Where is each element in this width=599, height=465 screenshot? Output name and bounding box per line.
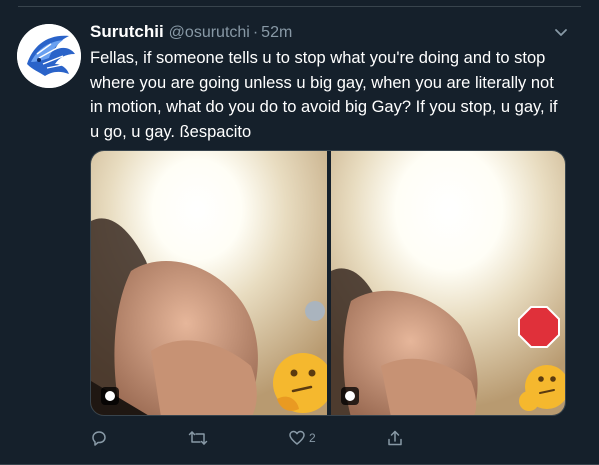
like-button[interactable]: 2 — [288, 426, 316, 450]
media-badge-icon — [341, 387, 359, 405]
media-badge-icon — [101, 387, 119, 405]
avatar[interactable] — [17, 24, 81, 88]
heart-icon — [288, 429, 306, 447]
tweet[interactable]: Surutchii @osurutchi · 52m Fellas, if so… — [0, 0, 599, 465]
media-grid[interactable] — [90, 150, 566, 416]
separator: · — [252, 24, 259, 41]
tweet-actions: 2 — [90, 426, 560, 450]
handle[interactable]: @osurutchi — [169, 24, 250, 42]
timestamp[interactable]: 52m — [261, 24, 292, 42]
retweet-icon — [188, 429, 208, 447]
chevron-down-icon[interactable] — [553, 26, 569, 40]
tweet-text: Fellas, if someone tells u to stop what … — [90, 49, 558, 141]
retweet-button[interactable] — [188, 426, 211, 450]
display-name[interactable]: Surutchii — [90, 22, 164, 42]
tweet-header: Surutchii @osurutchi · 52m — [90, 22, 292, 44]
reply-button[interactable] — [90, 426, 111, 450]
share-icon — [386, 429, 404, 447]
share-button[interactable] — [386, 426, 407, 450]
divider — [18, 6, 581, 7]
like-count: 2 — [309, 431, 316, 445]
media-photo-left[interactable] — [91, 151, 327, 415]
media-photo-right[interactable] — [331, 151, 565, 415]
reply-icon — [90, 429, 108, 447]
